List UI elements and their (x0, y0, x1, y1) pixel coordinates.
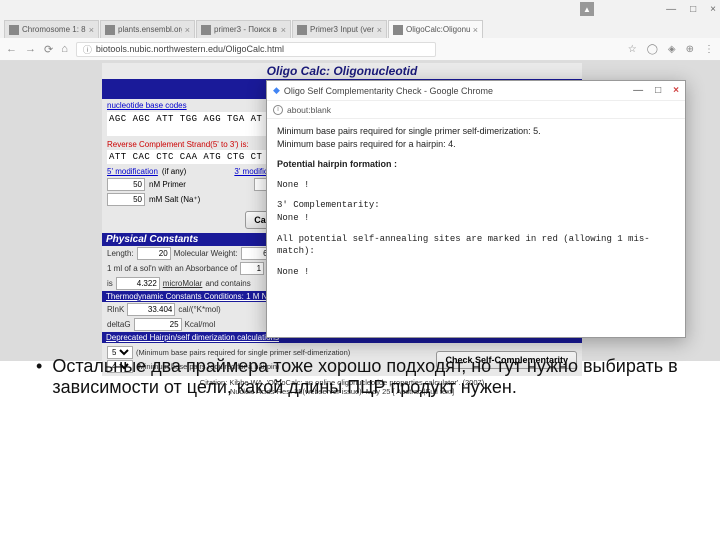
star-icon[interactable]: ☆ (628, 44, 637, 55)
mod5-link[interactable]: 5' modification (107, 167, 158, 176)
info-icon: ⓘ (83, 43, 92, 56)
tab-oligocalc[interactable]: OligoCalc:Oligonucleoti× (388, 20, 483, 38)
forward-icon[interactable]: → (25, 43, 36, 55)
user-badge[interactable]: ▲ (580, 2, 594, 16)
nm-primer-input[interactable] (107, 178, 145, 191)
favicon (297, 25, 307, 35)
base-codes-link[interactable]: nucleotide base codes (107, 101, 187, 110)
chrome-icon: ◆ (273, 85, 280, 96)
url-input[interactable]: ⓘ biotools.nubic.northwestern.edu/OligoC… (76, 42, 436, 57)
favicon (201, 25, 211, 35)
browser-chrome: ▲ — □ × Chromosome 1: 811,959× plants.en… (0, 0, 720, 61)
popup-address-bar[interactable]: i about:blank (267, 101, 685, 119)
bullet-text-content: Остальные два праймера тоже хорошо подхо… (52, 356, 696, 398)
info-icon: i (273, 105, 283, 115)
deltaG-output (134, 318, 182, 331)
menu-icon[interactable]: ⋮ (704, 44, 714, 55)
window-maximize[interactable]: □ (690, 4, 696, 15)
ext-icon-3[interactable]: ⊕ (686, 44, 694, 55)
tab-google[interactable]: primer3 - Поиск в Goog× (196, 20, 291, 38)
favicon (9, 25, 19, 35)
abs-input[interactable] (240, 262, 264, 275)
popup-title-text: Oligo Self Complementarity Check - Googl… (284, 86, 493, 96)
close-icon[interactable]: × (281, 25, 286, 35)
close-icon[interactable]: × (185, 25, 190, 35)
length-output (137, 247, 171, 260)
address-bar: ← → ⟳ ⌂ ⓘ biotools.nubic.northwestern.ed… (0, 38, 720, 60)
hairpin-header: Potential hairpin formation : (277, 158, 675, 171)
close-icon[interactable]: × (377, 25, 382, 35)
revcomp-label: Reverse Complement Strand(5' to 3') is: (107, 140, 249, 149)
popup-maximize[interactable]: □ (655, 85, 661, 96)
url-text: biotools.nubic.northwestern.edu/OligoCal… (96, 44, 284, 54)
tab-chromosome[interactable]: Chromosome 1: 811,959× (4, 20, 99, 38)
back-icon[interactable]: ← (6, 43, 17, 55)
popup-close[interactable]: × (673, 85, 679, 96)
home-icon[interactable]: ⌂ (61, 43, 68, 55)
self-comp-popup: ◆ Oligo Self Complementarity Check - Goo… (266, 80, 686, 338)
popup-minimize[interactable]: — (633, 85, 643, 96)
bullet-icon: • (36, 356, 42, 398)
ext-icon[interactable]: ◯ (647, 44, 658, 55)
close-icon[interactable]: × (89, 25, 94, 35)
ext-icon-2[interactable]: ◈ (668, 44, 676, 55)
tab-strip: Chromosome 1: 811,959× plants.ensembl.or… (0, 18, 720, 38)
app-title: Oligo Calc: Oligonucleotid (102, 63, 582, 79)
close-icon[interactable]: × (473, 25, 478, 35)
window-minimize[interactable]: — (666, 4, 676, 15)
rlnk-output (127, 303, 175, 316)
tab-primer3[interactable]: Primer3 Input (version 0× (292, 20, 387, 38)
window-close[interactable]: × (710, 4, 716, 15)
popup-body: Minimum base pairs required for single p… (267, 119, 685, 284)
reload-icon[interactable]: ⟳ (44, 43, 53, 56)
molar-output (116, 277, 160, 290)
favicon (393, 25, 403, 35)
slide-bullet: • Остальные два праймера тоже хорошо под… (36, 356, 696, 398)
favicon (105, 25, 115, 35)
tab-ensembl[interactable]: plants.ensembl.org/Vitis× (100, 20, 195, 38)
salt-input[interactable] (107, 193, 145, 206)
